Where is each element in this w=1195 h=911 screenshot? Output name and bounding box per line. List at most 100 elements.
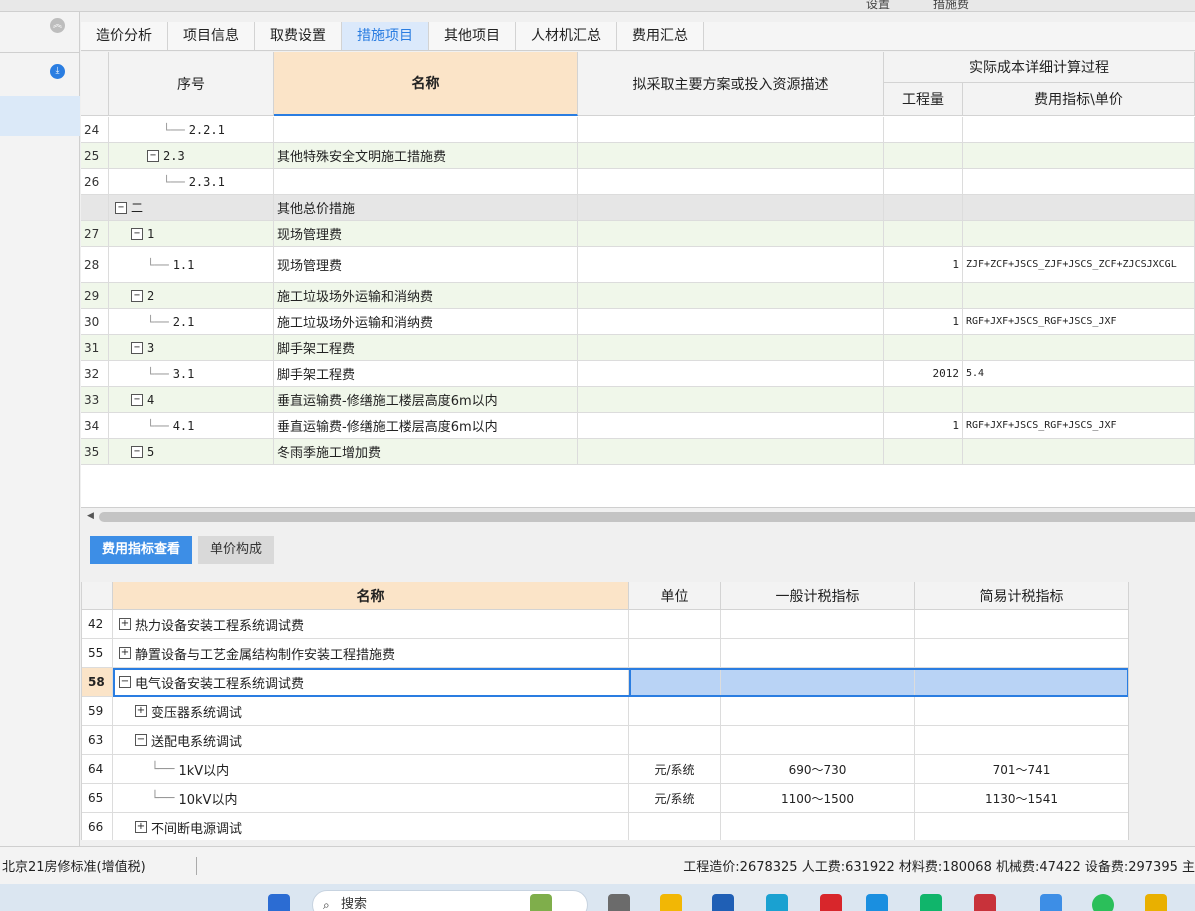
cell-general[interactable] bbox=[721, 610, 915, 638]
cell-name[interactable]: + 静置设备与工艺金属结构制作安装工程措施费 bbox=[113, 639, 629, 667]
cell-qty[interactable]: 1 bbox=[884, 247, 963, 282]
cell-unit[interactable] bbox=[629, 668, 721, 696]
cell-name[interactable]: − 电气设备安装工程系统调试费 bbox=[113, 668, 629, 696]
cell-qty[interactable] bbox=[884, 195, 963, 220]
cell-qty[interactable] bbox=[884, 283, 963, 308]
measure-row[interactable]: 28 └── 1.1 现场管理费 1 ZJF+ZCF+JSCS_ZJF+JSCS_ZCF+… bbox=[81, 247, 1195, 283]
fee-index-row[interactable]: 59 + 变压器系统调试 bbox=[82, 697, 1128, 726]
fee-index-row[interactable]: 64 └── 1kV以内 元/系统 690～730 701～741 bbox=[82, 755, 1128, 784]
cell-desc[interactable] bbox=[578, 439, 884, 464]
cell-name[interactable]: 现场管理费 bbox=[274, 221, 578, 246]
cell-desc[interactable] bbox=[578, 195, 884, 220]
collapse-minus-icon[interactable]: − bbox=[115, 201, 127, 214]
lower-col-header-general[interactable]: 一般计税指标 bbox=[721, 582, 915, 610]
toolbar-settings-label[interactable]: 设置 bbox=[866, 0, 890, 11]
collapse-minus-icon[interactable]: − bbox=[135, 734, 147, 746]
cell-index[interactable]: 5.4 bbox=[963, 361, 1195, 386]
cell-index[interactable] bbox=[963, 335, 1195, 360]
cell-desc[interactable] bbox=[578, 169, 884, 194]
cell-seq[interactable]: └── 2.3.1 bbox=[109, 169, 274, 194]
col-header-desc[interactable]: 拟采取主要方案或投入资源描述 bbox=[578, 52, 884, 116]
fee-index-row[interactable]: 65 └── 10kV以内 元/系统 1100～1500 1130～1541 bbox=[82, 784, 1128, 813]
fee-index-row[interactable]: 42 + 热力设备安装工程系统调试费 bbox=[82, 610, 1128, 639]
cell-name[interactable] bbox=[274, 117, 578, 142]
app-red-icon[interactable] bbox=[820, 894, 842, 911]
cell-simple[interactable]: 701～741 bbox=[915, 755, 1128, 783]
cell-index[interactable]: RGF+JXF+JSCS_RGF+JSCS_JXF bbox=[963, 413, 1195, 438]
horizontal-scrollbar[interactable]: ◀ bbox=[81, 510, 1195, 524]
cell-simple[interactable] bbox=[915, 813, 1128, 840]
tab-2[interactable]: 取费设置 bbox=[255, 22, 342, 50]
measure-row[interactable]: 27−1 现场管理费 bbox=[81, 221, 1195, 247]
cell-index[interactable] bbox=[963, 221, 1195, 246]
cell-unit[interactable] bbox=[629, 610, 721, 638]
cell-desc[interactable] bbox=[578, 143, 884, 168]
toolbar-measure-label[interactable]: 措施费 bbox=[933, 0, 969, 11]
cell-unit[interactable] bbox=[629, 639, 721, 667]
download-icon[interactable]: ⤓ bbox=[50, 64, 65, 79]
cell-desc[interactable] bbox=[578, 283, 884, 308]
cell-seq[interactable]: −3 bbox=[109, 335, 274, 360]
cell-desc[interactable] bbox=[578, 247, 884, 282]
col-header-index[interactable]: 费用指标\单价 bbox=[963, 83, 1195, 116]
cell-desc[interactable] bbox=[578, 413, 884, 438]
cell-simple[interactable] bbox=[915, 697, 1128, 725]
cell-seq[interactable]: └── 1.1 bbox=[109, 247, 274, 282]
collapse-minus-icon[interactable]: − bbox=[131, 227, 143, 240]
wechat-icon[interactable] bbox=[1092, 894, 1114, 911]
cell-general[interactable] bbox=[721, 697, 915, 725]
expand-plus-icon[interactable]: + bbox=[135, 705, 147, 717]
cell-index[interactable]: ZJF+ZCF+JSCS_ZJF+JSCS_ZCF+ZJCSJXCGL bbox=[963, 247, 1195, 282]
lower-col-header-simple[interactable]: 简易计税指标 bbox=[915, 582, 1128, 610]
cell-qty[interactable] bbox=[884, 439, 963, 464]
lower-tab-0[interactable]: 费用指标查看 bbox=[90, 536, 193, 564]
cell-seq[interactable]: −1 bbox=[109, 221, 274, 246]
col-header-seq[interactable]: 序号 bbox=[109, 52, 274, 116]
cell-index[interactable] bbox=[963, 195, 1195, 220]
measure-row[interactable]: 33−4 垂直运输费-修缮施工楼层高度6m以内 bbox=[81, 387, 1195, 413]
cell-name[interactable]: 现场管理费 bbox=[274, 247, 578, 282]
fee-index-row[interactable]: 58− 电气设备安装工程系统调试费 bbox=[82, 668, 1128, 697]
file-explorer-icon[interactable] bbox=[660, 894, 682, 911]
measure-row[interactable]: 31−3 脚手架工程费 bbox=[81, 335, 1195, 361]
cell-qty[interactable]: 1 bbox=[884, 309, 963, 334]
cell-seq[interactable]: −5 bbox=[109, 439, 274, 464]
app-red2-icon[interactable] bbox=[974, 894, 996, 911]
scrollbar-thumb[interactable] bbox=[99, 512, 1195, 522]
cell-name[interactable]: 垂直运输费-修缮施工楼层高度6m以内 bbox=[274, 413, 578, 438]
cell-general[interactable] bbox=[721, 726, 915, 754]
cell-name[interactable]: └── 1kV以内 bbox=[113, 755, 629, 783]
start-icon[interactable] bbox=[268, 894, 290, 911]
cell-name[interactable]: + 变压器系统调试 bbox=[113, 697, 629, 725]
cell-unit[interactable]: 元/系统 bbox=[629, 755, 721, 783]
app-yellow-icon[interactable] bbox=[1145, 894, 1167, 911]
collapse-minus-icon[interactable]: − bbox=[131, 445, 143, 458]
cell-qty[interactable] bbox=[884, 221, 963, 246]
cell-general[interactable]: 1100～1500 bbox=[721, 784, 915, 812]
scroll-left-icon[interactable]: ◀ bbox=[87, 511, 94, 521]
cell-unit[interactable] bbox=[629, 726, 721, 754]
cell-desc[interactable] bbox=[578, 309, 884, 334]
cell-general[interactable] bbox=[721, 668, 915, 696]
collapse-minus-icon[interactable]: − bbox=[147, 149, 159, 162]
measure-row[interactable]: − 二其他总价措施 bbox=[81, 195, 1195, 221]
cell-name[interactable]: + 热力设备安装工程系统调试费 bbox=[113, 610, 629, 638]
col-header-qty[interactable]: 工程量 bbox=[884, 83, 963, 116]
cell-index[interactable] bbox=[963, 169, 1195, 194]
app-blue-icon[interactable] bbox=[866, 894, 888, 911]
cell-desc[interactable] bbox=[578, 335, 884, 360]
cell-qty[interactable] bbox=[884, 169, 963, 194]
collapse-minus-icon[interactable]: − bbox=[131, 289, 143, 302]
expand-plus-icon[interactable]: + bbox=[119, 647, 131, 659]
cell-desc[interactable] bbox=[578, 117, 884, 142]
expand-plus-icon[interactable]: + bbox=[119, 618, 131, 630]
cell-seq[interactable]: − 二 bbox=[109, 195, 274, 220]
cell-seq[interactable]: −4 bbox=[109, 387, 274, 412]
expand-plus-icon[interactable]: + bbox=[135, 821, 147, 833]
collapse-minus-icon[interactable]: − bbox=[119, 676, 131, 688]
measure-row[interactable]: 25−2.3 其他特殊安全文明施工措施费 bbox=[81, 143, 1195, 169]
measure-row[interactable]: 30 └── 2.1 施工垃圾场外运输和消纳费 1 RGF+JXF+JSCS_RGF+JS… bbox=[81, 309, 1195, 335]
cell-index[interactable] bbox=[963, 387, 1195, 412]
cell-seq[interactable]: −2.3 bbox=[109, 143, 274, 168]
cell-unit[interactable]: 元/系统 bbox=[629, 784, 721, 812]
